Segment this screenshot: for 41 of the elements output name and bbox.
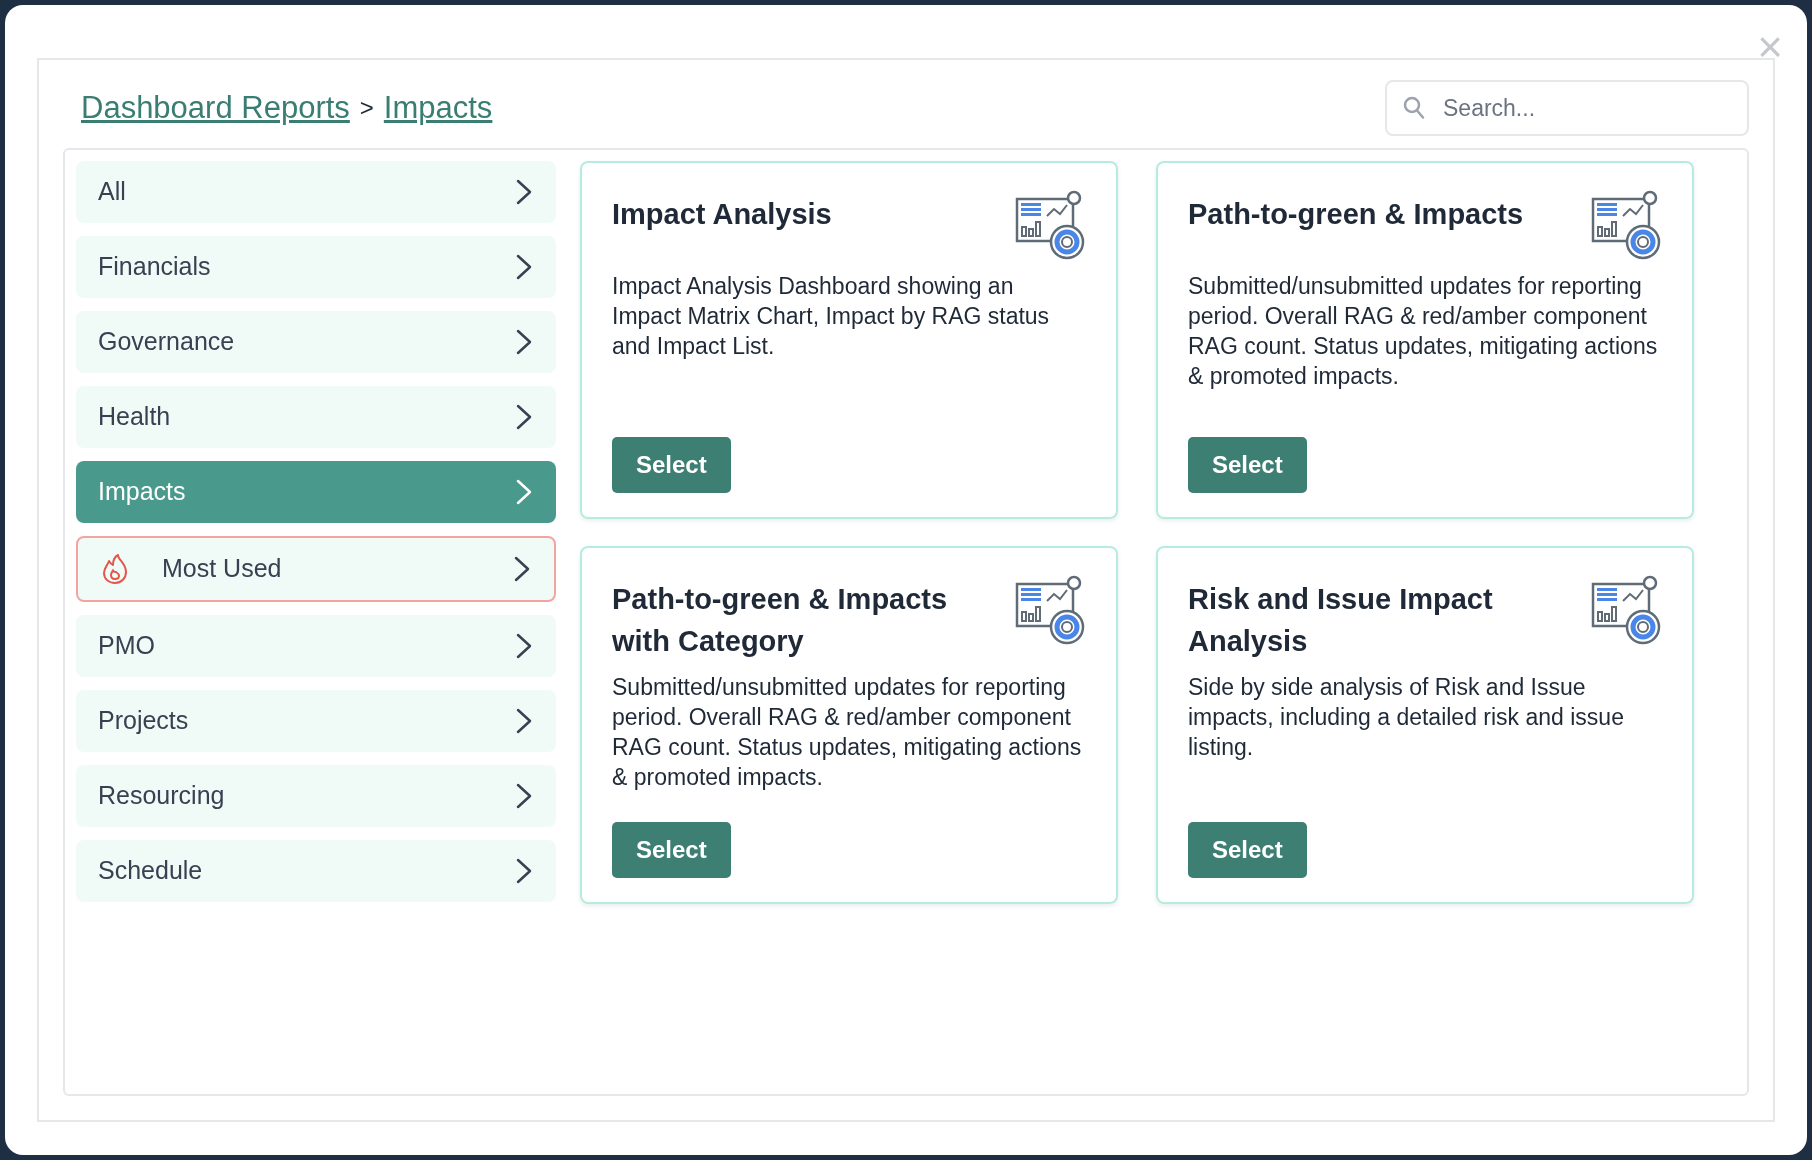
- dashboard-chart-icon: [1590, 189, 1662, 261]
- category-item[interactable]: Schedule: [76, 840, 556, 902]
- report-title: Path-to-green & Impacts: [1188, 197, 1524, 232]
- report-title: Impact Analysis: [612, 197, 832, 232]
- category-item[interactable]: Health: [76, 386, 556, 448]
- report-title: Risk and Issue Impact Analysis: [1188, 582, 1494, 659]
- chevron-right-icon: [512, 555, 532, 583]
- dashboard-chart-icon: [1590, 574, 1662, 646]
- flame-icon: [100, 553, 130, 585]
- report-description: Side by side analysis of Risk and Issue impacts, including a detailed risk and issue listing.: [1188, 673, 1625, 762]
- select-button[interactable]: Select: [1188, 822, 1307, 878]
- chevron-right-icon: [514, 178, 534, 206]
- chevron-right-icon: [514, 253, 534, 281]
- select-button[interactable]: Select: [612, 437, 731, 493]
- chevron-right-icon: [514, 782, 534, 810]
- category-item[interactable]: All: [76, 161, 556, 223]
- search-field[interactable]: Search...: [1385, 80, 1749, 136]
- chevron-right-icon: [514, 478, 534, 506]
- breadcrumb-separator: >: [359, 93, 374, 123]
- category-item[interactable]: Financials: [76, 236, 556, 298]
- search-icon: [1403, 96, 1425, 120]
- breadcrumb-link[interactable]: Dashboard Reports: [81, 84, 350, 132]
- category-item[interactable]: Resourcing: [76, 765, 556, 827]
- chevron-right-icon: [514, 328, 534, 356]
- category-item[interactable]: Projects: [76, 690, 556, 752]
- breadcrumb-link[interactable]: Impacts: [383, 84, 493, 132]
- dashboard-chart-icon: [1014, 574, 1086, 646]
- report-description: Submitted/unsubmitted updates for reporting period. Overall RAG & red/amber component RAG count. Status updates, mitigating actions & promoted impacts.: [1188, 272, 1659, 391]
- report-description: Submitted/unsubmitted updates for reporting period. Overall RAG & red/amber component RAG count. Status updates, mitigating actions & promoted impacts.: [612, 673, 1083, 792]
- category-item[interactable]: Most Used: [76, 536, 556, 602]
- select-button[interactable]: Select: [612, 822, 731, 878]
- category-item[interactable]: Governance: [76, 311, 556, 373]
- chevron-right-icon: [514, 632, 534, 660]
- category-item[interactable]: PMO: [76, 615, 556, 677]
- chevron-right-icon: [514, 403, 534, 431]
- select-button[interactable]: Select: [1188, 437, 1307, 493]
- dashboard-chart-icon: [1014, 189, 1086, 261]
- report-title: Path-to-green & Impacts with Category: [612, 582, 949, 659]
- chevron-right-icon: [514, 857, 534, 885]
- report-description: Impact Analysis Dashboard showing an Impact Matrix Chart, Impact by RAG status and Impact List.: [612, 272, 1051, 361]
- chevron-right-icon: [514, 707, 534, 735]
